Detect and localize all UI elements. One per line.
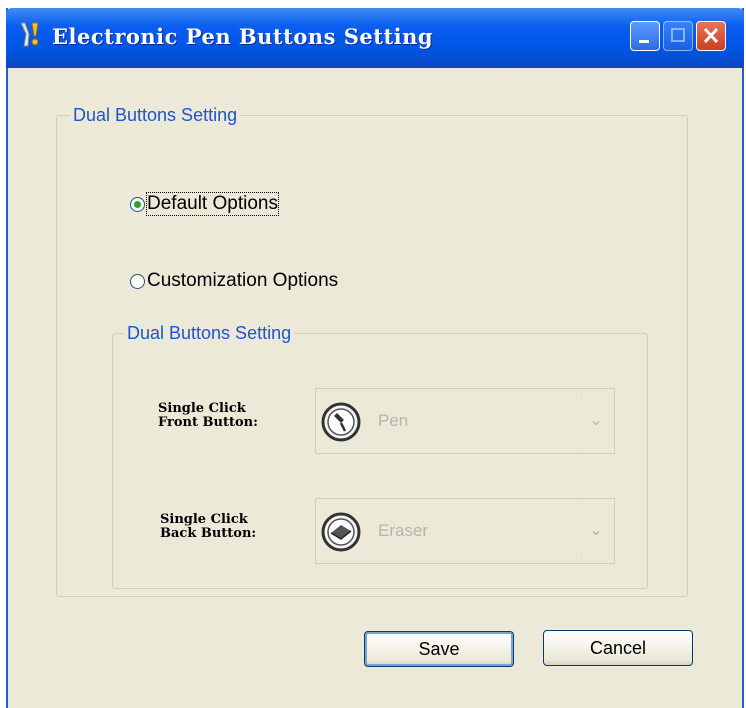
title-bar[interactable]: Electronic Pen Buttons Setting: [6, 8, 744, 68]
radio-unchecked-icon: [130, 273, 145, 289]
front-button-value: Pen: [378, 411, 409, 430]
minimize-button[interactable]: [630, 21, 660, 51]
dual-buttons-group-label: Dual Buttons Setting: [70, 105, 241, 126]
pen-icon: [321, 402, 361, 442]
maximize-button[interactable]: [663, 21, 693, 51]
back-button-label-line2: Back Button:: [160, 526, 257, 541]
eraser-icon: [321, 512, 361, 552]
front-button-select[interactable]: Pen ⌄: [315, 388, 615, 454]
back-button-label: Single Click Back Button:: [160, 513, 320, 541]
back-button-label-line1: Single Click: [160, 512, 248, 527]
chevron-down-icon[interactable]: ⌄: [581, 503, 610, 559]
minimize-icon: [639, 40, 649, 43]
chevron-down-icon[interactable]: ⌄: [581, 393, 610, 449]
save-button[interactable]: Save: [364, 631, 514, 667]
customization-options-label: Customization Options: [147, 270, 339, 291]
close-icon: [703, 27, 719, 44]
inner-dual-buttons-group-label: Dual Buttons Setting: [124, 323, 295, 344]
back-button-value: Eraser: [378, 521, 429, 540]
front-button-label-line2: Front Button:: [158, 415, 258, 430]
window-title: Electronic Pen Buttons Setting: [52, 24, 434, 49]
tools-app-icon: [20, 22, 39, 47]
cancel-button[interactable]: Cancel: [543, 630, 693, 666]
maximize-icon: [671, 28, 685, 42]
default-options-label: Default Options: [146, 192, 279, 216]
radio-checked-icon: [130, 196, 145, 212]
front-button-label-line1: Single Click: [158, 401, 246, 416]
close-button[interactable]: [696, 21, 726, 51]
front-button-label: Single Click Front Button:: [158, 402, 318, 430]
back-button-select[interactable]: Eraser ⌄: [315, 498, 615, 564]
customization-options-radio[interactable]: Customization Options: [130, 270, 338, 292]
default-options-radio[interactable]: Default Options: [130, 192, 279, 216]
